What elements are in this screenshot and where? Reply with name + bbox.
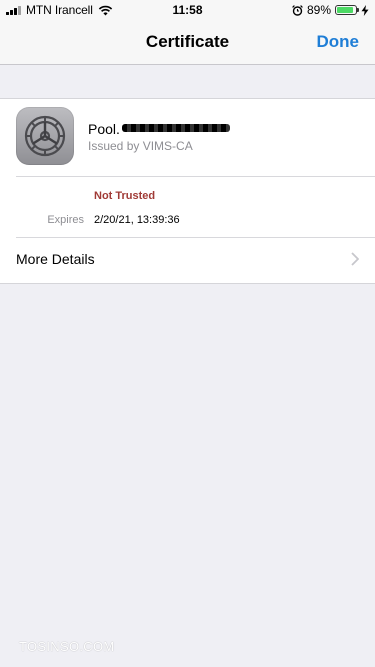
alarm-icon [292, 4, 303, 16]
battery-percentage: 89% [306, 3, 331, 17]
trust-status: Not Trusted [94, 190, 156, 202]
more-details-label: More Details [16, 251, 95, 267]
certificate-card: Pool. Issued by VIMS-CA Not Trusted Expi… [0, 98, 375, 284]
expires-label: Expires [47, 214, 84, 226]
certificate-name: Pool. [88, 121, 230, 137]
status-right: 89% [292, 3, 369, 17]
settings-gear-icon [16, 107, 74, 165]
divider [16, 176, 375, 177]
navigation-bar: Certificate Done [0, 20, 375, 65]
charging-icon [361, 4, 369, 16]
certificate-issuer: Issued by VIMS-CA [88, 139, 193, 153]
status-bar: MTN Irancell 11:58 89% [0, 0, 375, 20]
expires-value: 2/20/21, 13:39:36 [94, 214, 180, 226]
certificate-name-text: Pool. [88, 121, 120, 137]
gear-icon [24, 115, 66, 157]
battery-icon [335, 5, 359, 15]
watermark: TOSINSO.COM [19, 639, 115, 654]
more-details-row[interactable]: More Details [0, 238, 375, 282]
battery-fill [337, 7, 354, 13]
done-button[interactable]: Done [317, 32, 360, 52]
chevron-right-icon [351, 252, 359, 266]
redacted-domain [121, 124, 230, 132]
